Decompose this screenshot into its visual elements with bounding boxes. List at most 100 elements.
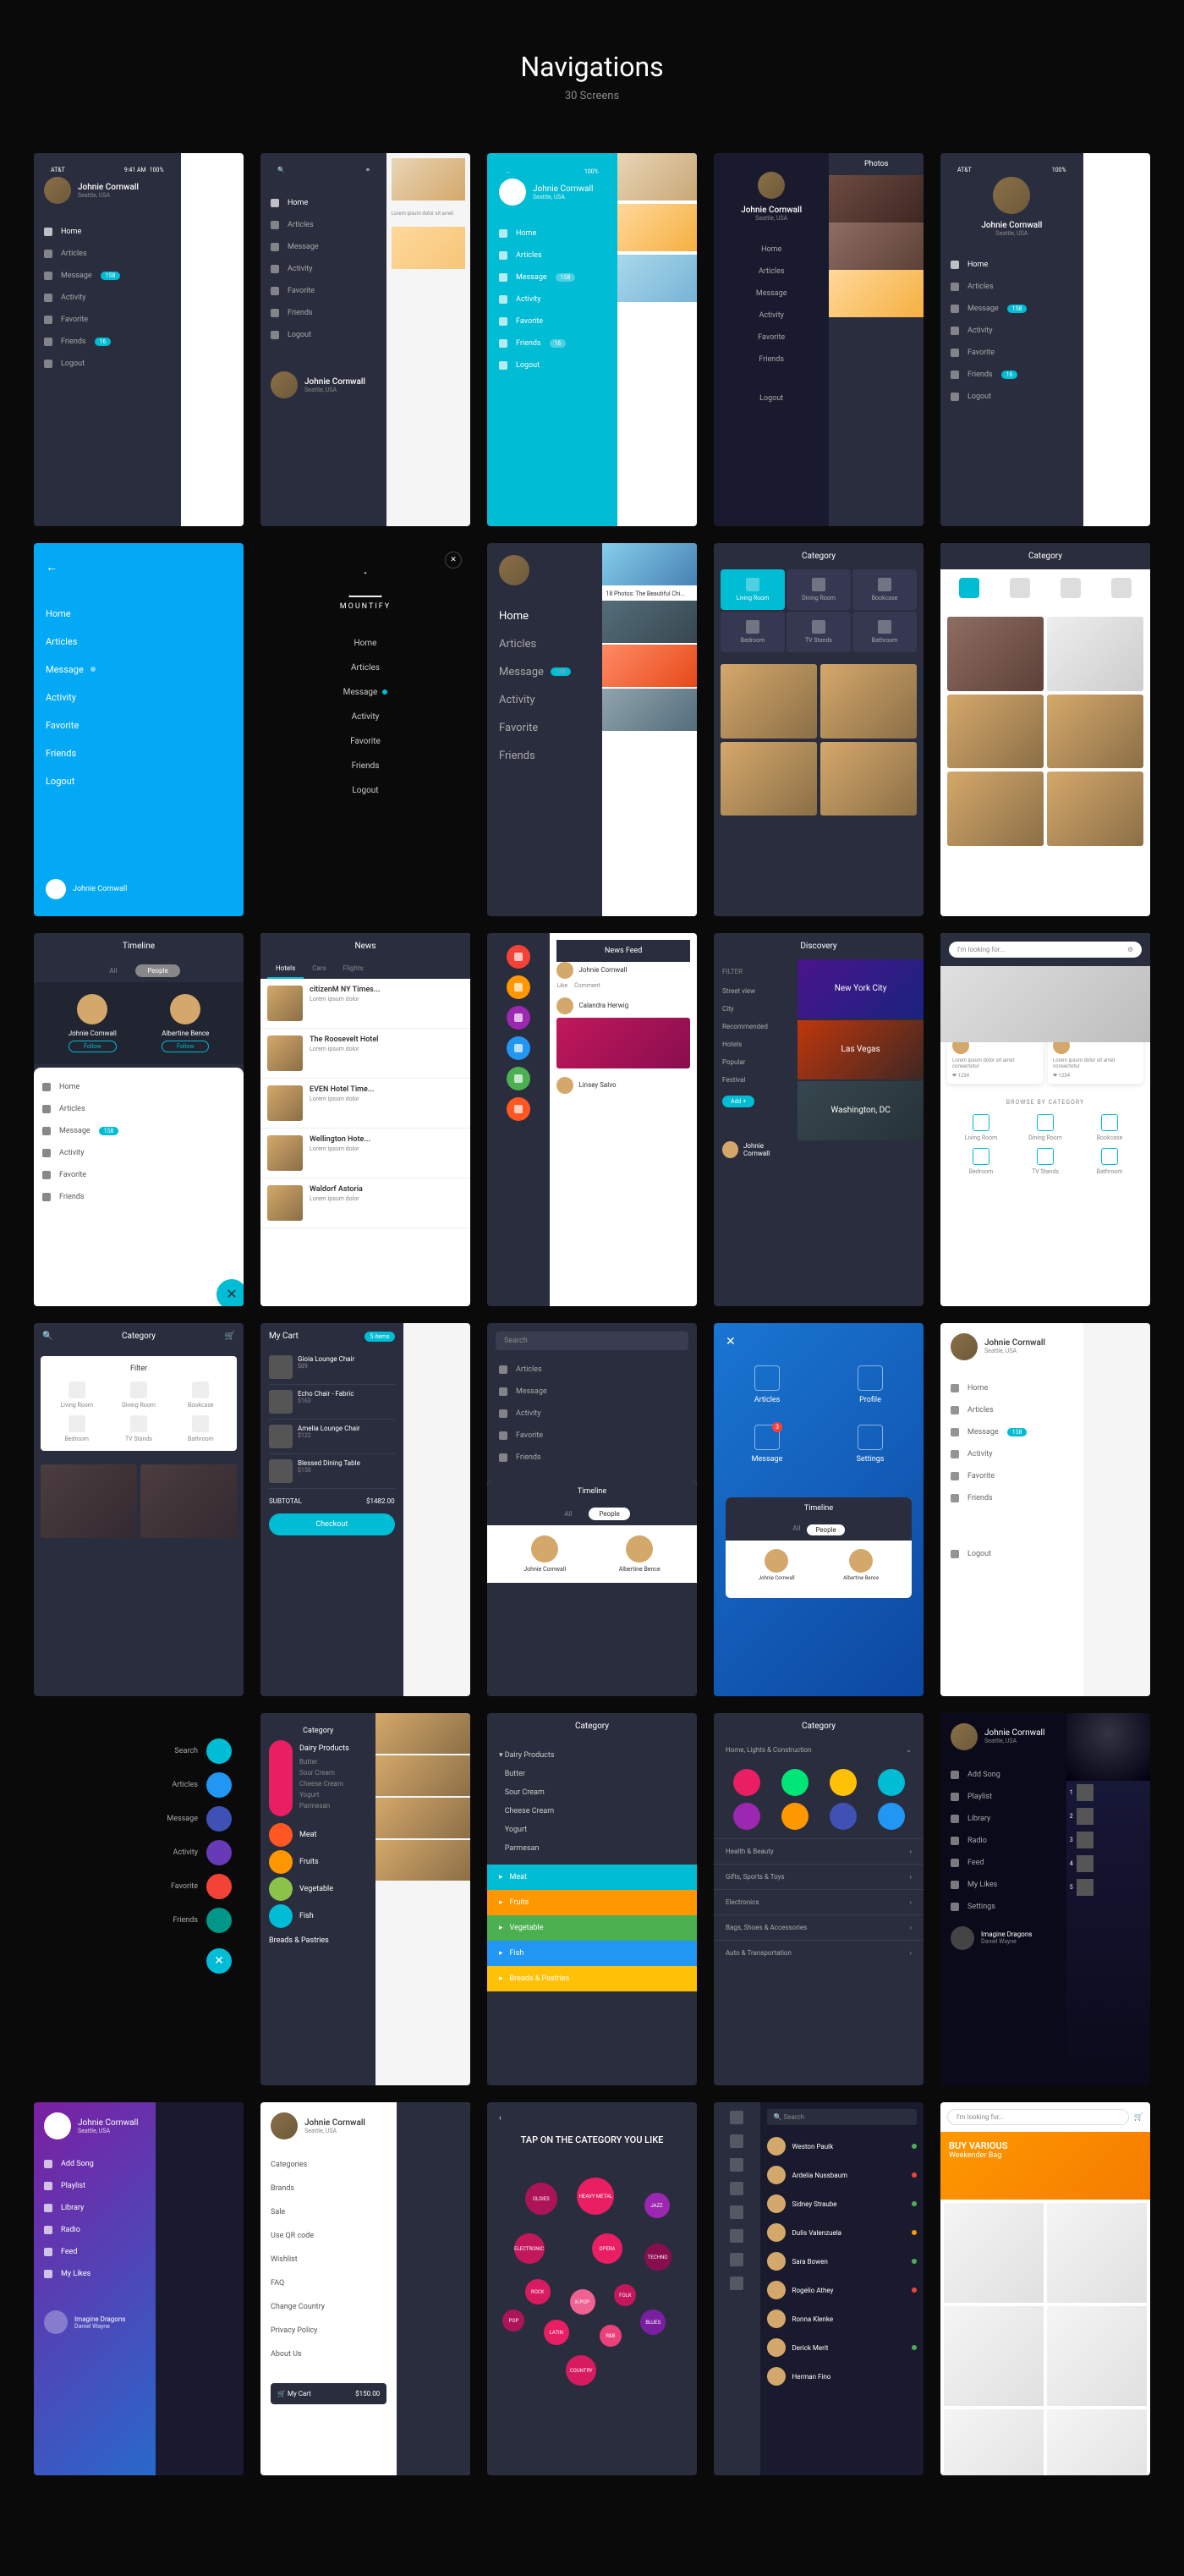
news-item[interactable]: Waldorf AstoriaLorem ipsum dolor [260,1178,470,1228]
menu-logout[interactable]: Logout [46,767,232,795]
filter-cat[interactable]: Living Room [49,1381,104,1409]
nav-settings-icon[interactable] [730,2277,743,2290]
menu-message[interactable]: Message [167,1806,232,1832]
menu-home[interactable]: Home [42,1076,235,1098]
menu-message[interactable]: Message158 [951,298,1073,320]
product-image[interactable] [1047,695,1143,769]
contact-item[interactable]: Derick Merit [767,2333,917,2362]
menu-home[interactable]: Home [46,600,232,628]
menu-message[interactable]: Message [46,656,232,684]
tab-hotels[interactable]: Hotels [267,959,304,979]
photos-peek[interactable]: Photos [829,153,924,526]
cat-tv[interactable]: TV Stands [787,612,851,652]
content-peek[interactable] [397,2102,470,2475]
bubble-folk[interactable]: FOLK [614,2284,636,2306]
product-image[interactable] [1047,617,1143,691]
menu-message[interactable]: Message158 [499,658,590,686]
profile[interactable]: Johnie CornwallSeattle, USA [724,172,819,222]
content-peek[interactable]: 1 2 3 4 5 [1066,1713,1150,2086]
menu-favorite[interactable]: Favorite [951,342,1073,364]
contact-item[interactable]: Herman Fino [767,2362,917,2391]
content-peek[interactable] [1083,1323,1150,1696]
sub-item[interactable]: Butter [299,1756,349,1767]
content-peek[interactable] [181,153,244,526]
list-item[interactable]: Electronics› [714,1889,924,1914]
cat-circle[interactable] [878,1803,905,1830]
list-item[interactable]: Bags, Shoes & Accessories› [714,1914,924,1940]
cat-icon[interactable]: Bathroom [1081,1148,1138,1175]
cat-breads[interactable]: Breads & Pastries [269,1931,367,1950]
filter-cat[interactable]: TV Stands [111,1415,166,1442]
hero-banner[interactable]: BUY VARIOUSWeekender Bag [940,2132,1150,2200]
cat-meat[interactable]: Meat [269,1823,367,1847]
menu-home[interactable]: Home [44,221,171,243]
bar-fruits[interactable]: ▸Fruits [487,1890,697,1915]
menu-item[interactable]: My Likes [44,2263,145,2285]
grid-settings[interactable]: Settings [829,1425,912,1464]
list-item[interactable]: Yogurt [499,1821,685,1839]
cat-1[interactable] [998,569,1042,610]
menu-activity[interactable]: Activity [487,1403,697,1425]
menu-articles[interactable]: Articles [951,1399,1073,1421]
content-peek[interactable] [375,1713,470,2086]
back-icon[interactable]: ← [46,560,232,574]
profile[interactable]: Johnie CornwallSeattle, USA [951,177,1073,237]
menu-item[interactable]: Playlist [951,1786,1056,1808]
product-image[interactable] [1047,772,1143,846]
feed-peek[interactable]: Lorem ipsum dolor sit amet [386,153,470,526]
product-image[interactable] [721,742,817,816]
list-item[interactable]: Parmesan [499,1839,685,1858]
list-item[interactable]: Butter [499,1765,685,1783]
grid-profile[interactable]: Profile [829,1365,912,1404]
nav-share-icon[interactable] [730,2253,743,2266]
menu-friends[interactable]: Friends [272,754,458,778]
profile[interactable]: Johnie CornwallSeattle, USA [951,1333,1073,1360]
news-item[interactable]: The Roosevelt HotelLorem ipsum dolor [260,1029,470,1079]
menu-message[interactable]: Message [271,236,376,258]
cat-icon[interactable]: Bookcase [1081,1114,1138,1141]
menu-friends[interactable]: Friends [46,739,232,767]
search-input[interactable]: Search [496,1332,688,1350]
sub-item[interactable]: Yogurt [299,1789,349,1800]
menu-favorite[interactable]: Favorite [44,309,171,331]
product-image[interactable] [721,664,817,739]
menu-friends[interactable]: Friends [167,1908,232,1933]
product[interactable] [944,2306,1044,2406]
menu-message[interactable]: Message [272,680,458,705]
tab-all[interactable]: All [97,964,129,977]
menu-activity[interactable]: Activity [724,305,819,327]
menu-friends[interactable]: Friends [951,1487,1073,1509]
content-peek[interactable] [403,1323,470,1696]
menu-favorite[interactable]: Favorite [271,280,376,302]
nav-circle-2[interactable] [507,975,530,999]
menu-logout[interactable]: Logout [499,354,606,376]
search-icon[interactable]: 🔍 [42,1332,52,1341]
close-icon[interactable]: ✕ [726,1335,736,1348]
nav-circle-6[interactable] [507,1097,530,1121]
product[interactable] [1047,2306,1147,2406]
bubble-jazz[interactable]: JAZZ [644,2193,670,2218]
menu-favorite[interactable]: Favorite [167,1874,232,1899]
grid-message[interactable]: 3Message [726,1425,809,1464]
menu-logout[interactable]: Logout [951,386,1073,408]
filter-cat[interactable]: Bedroom [49,1415,104,1442]
menu-friends[interactable]: Friends [724,349,819,371]
filter-item[interactable]: Festival [722,1071,789,1089]
menu-activity[interactable]: Activity [167,1840,232,1865]
menu-articles[interactable]: Articles [272,656,458,680]
menu-item[interactable]: Wishlist [271,2248,386,2271]
nav-circle-3[interactable] [507,1006,530,1030]
menu-item[interactable]: About Us [271,2343,386,2366]
bar-meat[interactable]: ▸Meat [487,1865,697,1890]
list-item[interactable]: ▾ Dairy Products [499,1746,685,1765]
tab-people[interactable]: People [135,964,179,977]
cart-button[interactable]: 🛒 My Cart$150.00 [271,2383,386,2404]
menu-activity[interactable]: Activity [499,686,590,714]
menu-item[interactable]: Library [44,2197,145,2219]
filter-cat[interactable]: Bathroom [173,1415,228,1442]
menu-item[interactable]: Radio [951,1830,1056,1852]
cart-item[interactable]: Amelia Lounge Chair$122 [269,1420,395,1454]
menu-item[interactable]: Brands [271,2177,386,2200]
search-input[interactable]: 🔍 Search [767,2109,917,2125]
menu-favorite[interactable]: Favorite [499,714,590,742]
